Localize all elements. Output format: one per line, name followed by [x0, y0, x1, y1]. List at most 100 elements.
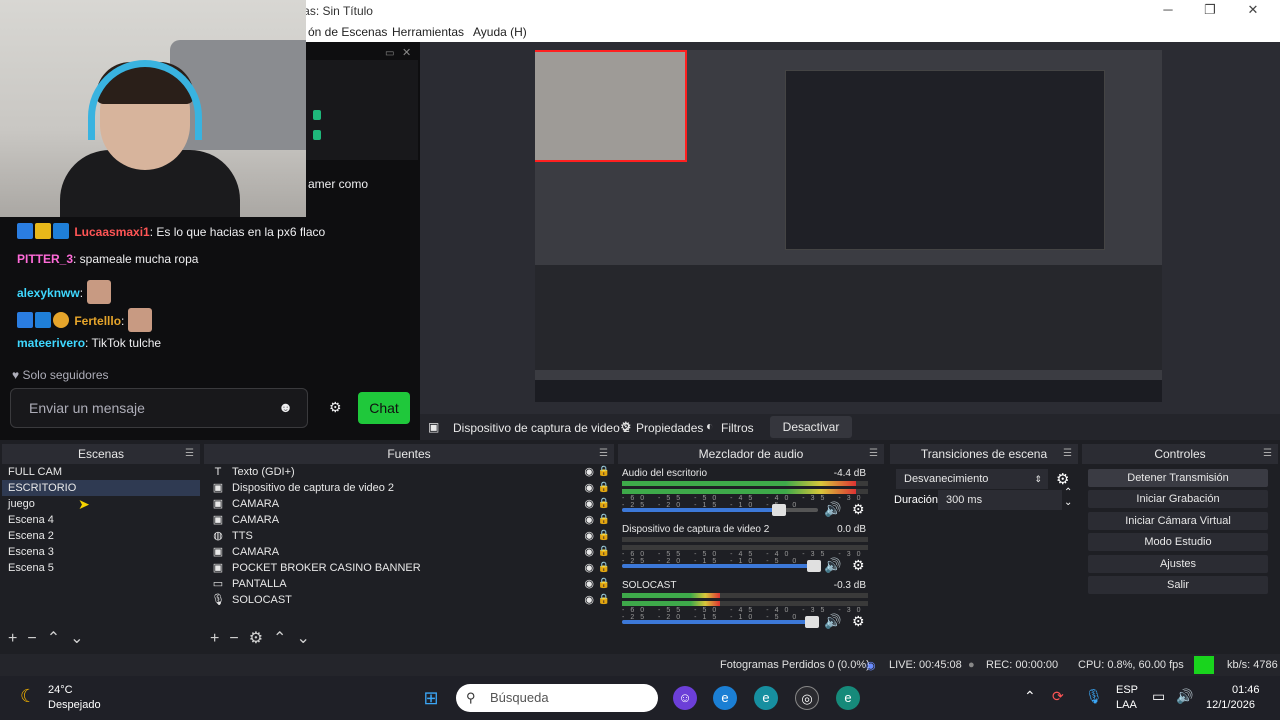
- minimize-button[interactable]: ─: [1158, 2, 1178, 20]
- lock-icon[interactable]: 🔒: [598, 480, 610, 496]
- language-bottom[interactable]: LAA: [1116, 699, 1137, 711]
- lock-icon[interactable]: 🔒: [598, 592, 610, 608]
- move-down-icon[interactable]: ⌄: [296, 626, 309, 652]
- visibility-eye-icon[interactable]: ◉: [584, 480, 594, 496]
- filters-icon[interactable]: ◐: [706, 419, 713, 433]
- scene-item[interactable]: Escena 5: [2, 560, 200, 576]
- studio-mode-button[interactable]: Modo Estudio: [1088, 533, 1268, 551]
- visibility-eye-icon[interactable]: ◉: [584, 544, 594, 560]
- source-item[interactable]: ▣ CAMARA ◉ 🔒: [204, 544, 614, 560]
- visibility-eye-icon[interactable]: ◉: [584, 560, 594, 576]
- volume-slider[interactable]: [622, 560, 822, 572]
- source-item[interactable]: ▭ PANTALLA ◉ 🔒: [204, 576, 614, 592]
- network-icon[interactable]: ▭: [1152, 688, 1165, 705]
- scene-item[interactable]: juego: [2, 496, 200, 512]
- chat-username[interactable]: mateerivero: [17, 336, 85, 350]
- visibility-eye-icon[interactable]: ◉: [584, 512, 594, 528]
- lock-icon[interactable]: 🔒: [598, 560, 610, 576]
- gear-icon[interactable]: ⚙: [852, 501, 865, 518]
- edge-dev-icon[interactable]: e: [836, 686, 860, 710]
- scene-item[interactable]: FULL CAM: [2, 464, 200, 480]
- scene-item[interactable]: Escena 4: [2, 512, 200, 528]
- volume-slider[interactable]: [622, 504, 818, 516]
- microphone-icon[interactable]: 🎙: [1085, 688, 1103, 705]
- edge-beta-icon[interactable]: e: [754, 686, 778, 710]
- speaker-icon[interactable]: 🔊: [824, 501, 841, 518]
- menu-tools[interactable]: Herramientas: [392, 25, 464, 39]
- moon-icon[interactable]: ☾: [20, 686, 36, 707]
- scene-item-selected[interactable]: ESCRITORIO: [2, 480, 200, 496]
- remove-icon[interactable]: −: [27, 626, 36, 652]
- dock-menu-icon[interactable]: ☰: [599, 444, 608, 464]
- duration-input[interactable]: 300 ms: [938, 490, 1062, 510]
- source-item[interactable]: ◍ TTS ◉ 🔒: [204, 528, 614, 544]
- lock-icon[interactable]: 🔒: [598, 464, 610, 480]
- weather-temp[interactable]: 24°C: [48, 684, 73, 696]
- transition-type-select[interactable]: Desvanecimiento ⇕: [896, 469, 1048, 489]
- move-down-icon[interactable]: ⌄: [70, 626, 83, 652]
- chat-username[interactable]: Fertelllo: [74, 314, 121, 328]
- dock-menu-icon[interactable]: ☰: [869, 444, 878, 464]
- dock-menu-icon[interactable]: ☰: [1063, 444, 1072, 464]
- remove-icon[interactable]: −: [229, 626, 238, 652]
- close-button[interactable]: ✕: [1243, 2, 1263, 20]
- start-recording-button[interactable]: Iniciar Grabación: [1088, 490, 1268, 508]
- settings-button[interactable]: Ajustes: [1088, 555, 1268, 573]
- chevron-up-icon[interactable]: ⌃: [1024, 688, 1036, 705]
- source-item[interactable]: ▣ Dispositivo de captura de video 2 ◉ 🔒: [204, 480, 614, 496]
- properties-button[interactable]: Propiedades: [636, 421, 703, 435]
- stop-streaming-button[interactable]: Detener Transmisión: [1088, 469, 1268, 487]
- gear-icon[interactable]: ⚙: [852, 613, 865, 630]
- source-item[interactable]: ▣ CAMARA ◉ 🔒: [204, 512, 614, 528]
- gear-icon[interactable]: ⚙: [249, 626, 263, 652]
- scene-item[interactable]: Escena 3: [2, 544, 200, 560]
- speaker-icon[interactable]: 🔊: [824, 557, 841, 574]
- gear-icon[interactable]: ⚙: [620, 419, 632, 435]
- preview-canvas[interactable]: [535, 50, 1162, 402]
- visibility-eye-icon[interactable]: ◉: [584, 496, 594, 512]
- dock-menu-icon[interactable]: ☰: [1263, 444, 1272, 464]
- windows-start-icon[interactable]: ⊞: [419, 686, 443, 710]
- lock-icon[interactable]: 🔒: [598, 512, 610, 528]
- lock-icon[interactable]: 🔒: [598, 544, 610, 560]
- chat-username[interactable]: alexyknww: [17, 286, 80, 300]
- lock-icon[interactable]: 🔒: [598, 528, 610, 544]
- close-icon[interactable]: ✕: [402, 46, 411, 59]
- restore-button[interactable]: ❐: [1200, 2, 1220, 20]
- source-item[interactable]: ▣ POCKET BROKER CASINO BANNER ◉ 🔒: [204, 560, 614, 576]
- gear-icon[interactable]: ⚙: [852, 557, 865, 574]
- scene-item[interactable]: Escena 2: [2, 528, 200, 544]
- deactivate-button[interactable]: Desactivar: [770, 416, 852, 438]
- selection-box[interactable]: [535, 50, 687, 162]
- clock-time[interactable]: 01:46: [1232, 684, 1260, 696]
- filters-button[interactable]: Filtros: [721, 421, 754, 435]
- sync-icon[interactable]: ⟳: [1052, 688, 1064, 705]
- visibility-eye-icon[interactable]: ◉: [584, 464, 594, 480]
- stepper-icon[interactable]: ⌃ ⌄: [1064, 488, 1072, 508]
- discord-icon[interactable]: ☺: [673, 686, 697, 710]
- add-icon[interactable]: +: [210, 626, 219, 652]
- source-item[interactable]: 🎙 SOLOCAST ◉ 🔒: [204, 592, 614, 608]
- visibility-eye-icon[interactable]: ◉: [584, 576, 594, 592]
- exit-button[interactable]: Salir: [1088, 576, 1268, 594]
- popout-icon[interactable]: ▭: [385, 48, 394, 59]
- speaker-icon[interactable]: 🔊: [824, 613, 841, 630]
- chat-input[interactable]: Enviar un mensaje ☻: [10, 388, 308, 428]
- visibility-eye-icon[interactable]: ◉: [584, 592, 594, 608]
- volume-icon[interactable]: 🔊: [1176, 688, 1193, 705]
- clock-date[interactable]: 12/1/2026: [1206, 699, 1255, 711]
- emote-picker-icon[interactable]: ☻: [278, 399, 293, 415]
- chat-settings-icon[interactable]: ⚙: [329, 399, 342, 416]
- gear-icon[interactable]: ⚙: [1056, 470, 1069, 488]
- preview-area[interactable]: [420, 42, 1280, 414]
- chat-send-button[interactable]: Chat: [358, 392, 410, 424]
- obs-icon[interactable]: ◎: [795, 686, 819, 710]
- edge-icon[interactable]: e: [713, 686, 737, 710]
- language-top[interactable]: ESP: [1116, 684, 1138, 696]
- menu-scene-collection[interactable]: ón de Escenas: [308, 25, 387, 39]
- chat-username[interactable]: PITTER_3: [17, 252, 73, 266]
- chat-username[interactable]: Lucaasmaxi1: [74, 225, 149, 239]
- lock-icon[interactable]: 🔒: [598, 576, 610, 592]
- menu-help[interactable]: Ayuda (H): [473, 25, 527, 39]
- move-up-icon[interactable]: ⌃: [47, 626, 60, 652]
